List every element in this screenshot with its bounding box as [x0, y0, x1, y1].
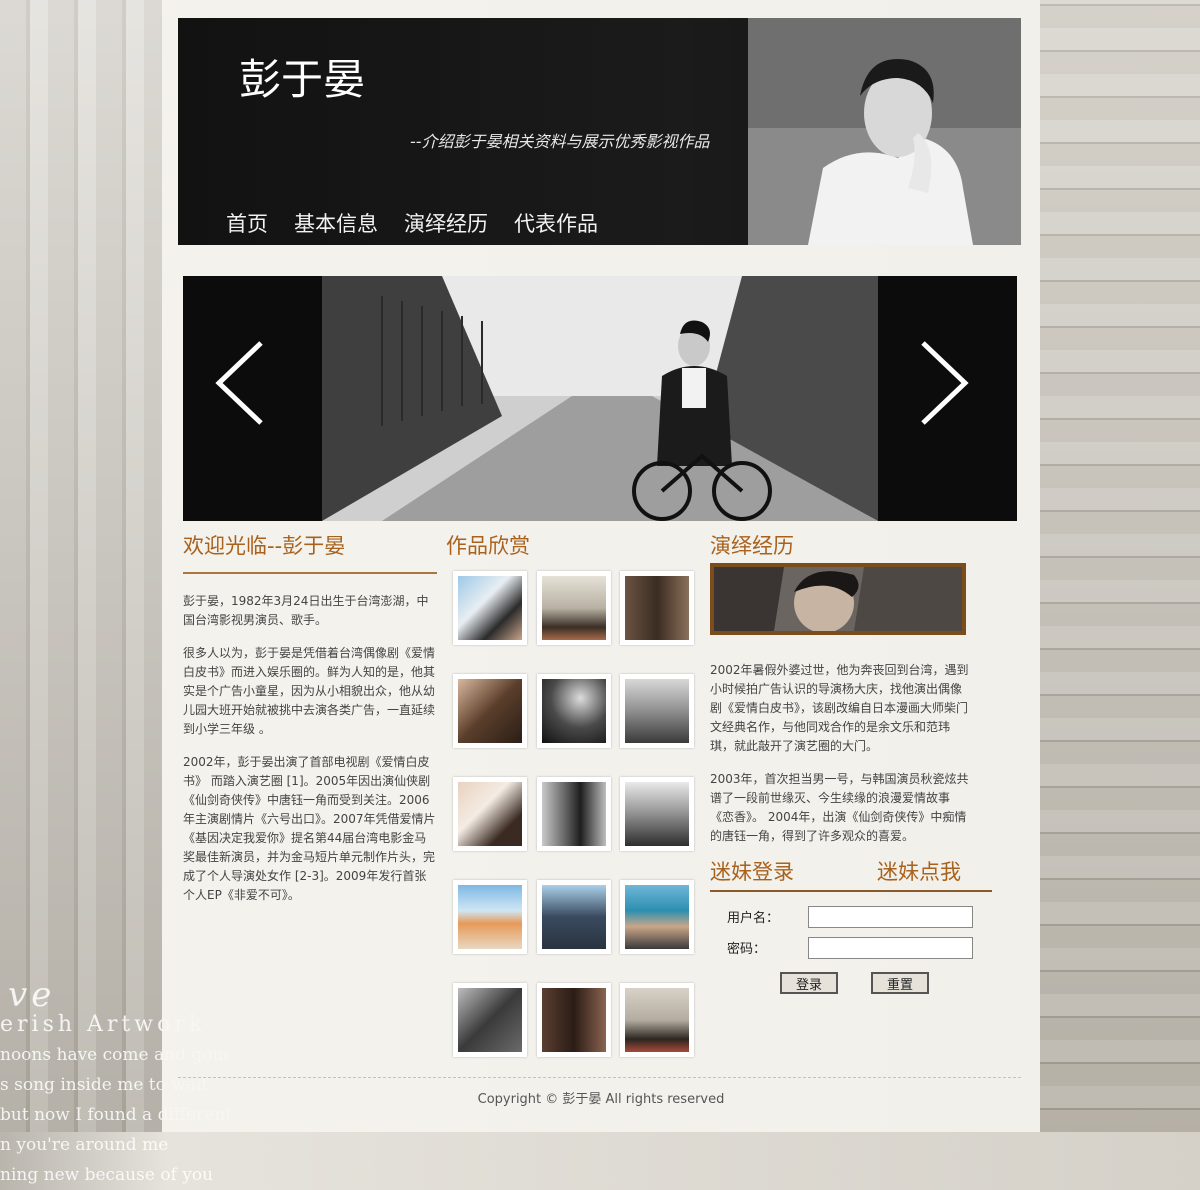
gallery-thumbnail[interactable]: [537, 674, 611, 748]
slide-photo: [322, 276, 878, 521]
password-input[interactable]: [808, 937, 973, 959]
gallery-thumbnail[interactable]: [537, 983, 611, 1057]
main-nav: 首页 基本信息 演绎经历 代表作品: [226, 208, 598, 238]
gallery-thumbnail[interactable]: [620, 983, 694, 1057]
username-input[interactable]: [808, 906, 973, 928]
fan-link[interactable]: 迷妹点我: [877, 856, 961, 886]
gallery-thumbnail[interactable]: [453, 880, 527, 954]
works-section: 作品欣赏: [446, 530, 696, 1057]
gallery-thumbnail[interactable]: [453, 983, 527, 1057]
welcome-section: 欢迎光临--彭于晏 彭于晏，1982年3月24日出生于台湾澎湖，中国台湾影视男演…: [183, 530, 437, 905]
nav-item-experience[interactable]: 演绎经历: [404, 208, 488, 238]
username-label: 用户名：: [727, 911, 780, 926]
site-subtitle: --介绍彭于晏相关资料与展示优秀影视作品: [410, 132, 710, 151]
login-title: 迷妹登录: [710, 860, 794, 884]
password-label: 密码：: [727, 942, 767, 957]
chevron-right-icon: [921, 341, 969, 425]
login-button[interactable]: 登录: [780, 972, 838, 994]
slider-prev-button[interactable]: [211, 338, 271, 428]
reset-button[interactable]: 重置: [871, 972, 929, 994]
site-title: 彭于晏: [239, 55, 366, 104]
gallery-thumbnail[interactable]: [537, 880, 611, 954]
welcome-title: 欢迎光临--彭于晏: [183, 534, 346, 558]
nav-item-home[interactable]: 首页: [226, 208, 268, 238]
gallery-thumbnail[interactable]: [453, 571, 527, 645]
experience-photo: [710, 563, 966, 635]
chevron-left-icon: [215, 341, 263, 425]
gallery-thumbnail[interactable]: [620, 571, 694, 645]
footer-divider: [178, 1077, 1021, 1078]
image-slider: [183, 276, 1017, 521]
slider-next-button[interactable]: [913, 338, 973, 428]
background-right-arch: [1040, 0, 1200, 1132]
gallery-thumbnail[interactable]: [620, 880, 694, 954]
gallery-thumbnail[interactable]: [537, 571, 611, 645]
experience-section: 演绎经历 2002年暑假外婆过世，他为奔丧回到台湾，遇到小时候拍广告认识的导演杨…: [710, 530, 992, 843]
experience-paragraph: 2003年，首次担当男一号，与韩国演员秋瓷炫共谱了一段前世缘灭、今生续缘的浪漫爱…: [710, 772, 969, 843]
experience-title: 演绎经历: [710, 534, 794, 558]
page-container: 彭于晏 --介绍彭于晏相关资料与展示优秀影视作品 首页 基本信息 演绎经历 代表…: [162, 0, 1040, 1132]
welcome-paragraph: 2002年，彭于晏出演了首部电视剧《爱情白皮书》 而踏入演艺圈 [1]。2005…: [183, 755, 436, 902]
works-title: 作品欣赏: [446, 534, 530, 558]
gallery-thumbnail[interactable]: [620, 674, 694, 748]
footer-copyright: Copyright © 彭于晏 All rights reserved: [477, 1092, 725, 1107]
nav-item-works[interactable]: 代表作品: [514, 208, 598, 238]
gallery-thumbnail[interactable]: [620, 777, 694, 851]
gallery-thumbnail[interactable]: [537, 777, 611, 851]
background-left-arch: [0, 0, 162, 1132]
welcome-paragraph: 很多人以为，彭于晏是凭借着台湾偶像剧《爱情白皮书》而进入娱乐圈的。鲜为人知的是，…: [183, 646, 436, 736]
experience-paragraph: 2002年暑假外婆过世，他为奔丧回到台湾，遇到小时候拍广告认识的导演杨大庆，找他…: [710, 663, 969, 753]
header-portrait-photo: [748, 18, 1021, 245]
gallery-thumbnail[interactable]: [453, 777, 527, 851]
site-header: 彭于晏 --介绍彭于晏相关资料与展示优秀影视作品 首页 基本信息 演绎经历 代表…: [178, 18, 1021, 245]
divider: [183, 572, 437, 574]
divider: [710, 890, 992, 892]
nav-item-basic-info[interactable]: 基本信息: [294, 208, 378, 238]
welcome-paragraph: 彭于晏，1982年3月24日出生于台湾澎湖，中国台湾影视男演员、歌手。: [183, 594, 429, 627]
gallery-thumbnail[interactable]: [453, 674, 527, 748]
